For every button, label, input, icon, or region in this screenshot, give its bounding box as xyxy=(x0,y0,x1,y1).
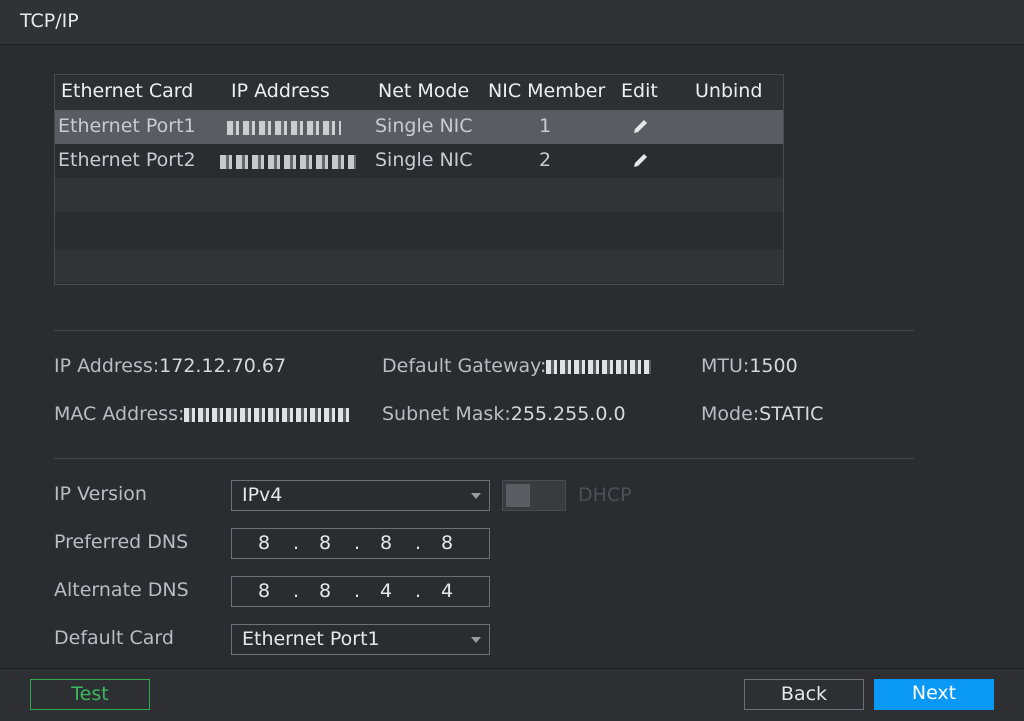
row-nic-member: 2 xyxy=(539,149,552,171)
octet-1[interactable]: 8 xyxy=(258,532,270,554)
row-nic-member: 1 xyxy=(539,115,552,137)
title-bar: TCP/IP xyxy=(0,0,1024,45)
default-card-label: Default Card xyxy=(54,627,174,649)
footer-bar xyxy=(0,668,1024,721)
alternate-dns-input[interactable]: 8 . 8 . 4 . 4 xyxy=(231,576,490,607)
col-net-mode: Net Mode xyxy=(378,80,470,102)
back-button[interactable]: Back xyxy=(744,679,864,710)
table-row-empty xyxy=(55,249,783,283)
gateway-label: Default Gateway: xyxy=(382,355,547,377)
mtu-info: MTU:1500 xyxy=(701,355,798,377)
col-nic-member: NIC Member xyxy=(488,80,606,102)
test-button[interactable]: Test xyxy=(30,679,150,710)
octet-2[interactable]: 8 xyxy=(319,580,331,602)
chevron-down-icon xyxy=(471,637,481,643)
mode-label: Mode: xyxy=(701,403,760,425)
octet-separator: . xyxy=(415,532,422,554)
ip-address-redacted xyxy=(220,155,356,169)
table-row[interactable]: Ethernet Port1 Single NIC 1 xyxy=(55,110,783,144)
divider xyxy=(54,458,914,459)
octet-separator: . xyxy=(415,580,422,602)
gateway-info: Default Gateway: xyxy=(382,355,652,377)
table-row[interactable]: Ethernet Port2 Single NIC 2 xyxy=(55,144,783,178)
ip-address-info: IP Address:172.12.70.67 xyxy=(54,355,286,377)
default-card-value: Ethernet Port1 xyxy=(242,628,380,650)
row-card: Ethernet Port2 xyxy=(58,149,196,171)
ip-address-value: 172.12.70.67 xyxy=(159,355,287,377)
mac-address-info: MAC Address: xyxy=(54,403,351,425)
ip-version-value: IPv4 xyxy=(242,484,283,506)
mtu-label: MTU: xyxy=(701,355,750,377)
octet-4[interactable]: 8 xyxy=(441,532,453,554)
table-header: Ethernet Card IP Address Net Mode NIC Me… xyxy=(55,75,783,109)
octet-separator: . xyxy=(293,532,300,554)
subnet-info: Subnet Mask:255.255.0.0 xyxy=(382,403,626,425)
row-net-mode: Single NIC xyxy=(375,115,473,137)
toggle-knob xyxy=(506,484,530,507)
ip-address-label: IP Address: xyxy=(54,355,160,377)
next-button[interactable]: Next xyxy=(874,679,994,710)
mac-address-label: MAC Address: xyxy=(54,403,185,425)
subnet-label: Subnet Mask: xyxy=(382,403,511,425)
preferred-dns-label: Preferred DNS xyxy=(54,531,189,553)
ip-version-select[interactable]: IPv4 xyxy=(231,480,490,511)
dhcp-toggle[interactable] xyxy=(502,480,566,511)
mac-address-redacted xyxy=(184,407,351,422)
ip-version-label: IP Version xyxy=(54,483,147,505)
table-row-empty xyxy=(55,178,783,212)
octet-separator: . xyxy=(293,580,300,602)
divider xyxy=(54,330,914,331)
mode-info: Mode:STATIC xyxy=(701,403,823,425)
octet-separator: . xyxy=(354,580,361,602)
row-card: Ethernet Port1 xyxy=(58,115,196,137)
col-ip-address: IP Address xyxy=(231,80,330,102)
edit-icon[interactable] xyxy=(631,118,651,136)
mtu-value: 1500 xyxy=(749,355,798,377)
alternate-dns-label: Alternate DNS xyxy=(54,579,189,601)
chevron-down-icon xyxy=(471,493,481,499)
octet-3[interactable]: 8 xyxy=(380,532,392,554)
nic-table: Ethernet Card IP Address Net Mode NIC Me… xyxy=(54,74,784,285)
col-edit: Edit xyxy=(621,80,658,102)
col-unbind: Unbind xyxy=(695,80,763,102)
col-ethernet-card: Ethernet Card xyxy=(61,80,194,102)
ip-address-redacted xyxy=(227,121,341,135)
page-title: TCP/IP xyxy=(20,10,79,32)
octet-2[interactable]: 8 xyxy=(319,532,331,554)
mode-value: STATIC xyxy=(759,403,824,425)
preferred-dns-input[interactable]: 8 . 8 . 8 . 8 xyxy=(231,528,490,559)
octet-separator: . xyxy=(354,532,361,554)
default-card-select[interactable]: Ethernet Port1 xyxy=(231,624,490,655)
row-net-mode: Single NIC xyxy=(375,149,473,171)
octet-3[interactable]: 4 xyxy=(380,580,392,602)
table-row-empty xyxy=(55,214,783,248)
dhcp-label: DHCP xyxy=(578,484,632,506)
subnet-value: 255.255.0.0 xyxy=(510,403,626,425)
edit-icon[interactable] xyxy=(631,152,651,170)
octet-4[interactable]: 4 xyxy=(441,580,453,602)
gateway-redacted xyxy=(546,359,652,374)
octet-1[interactable]: 8 xyxy=(258,580,270,602)
